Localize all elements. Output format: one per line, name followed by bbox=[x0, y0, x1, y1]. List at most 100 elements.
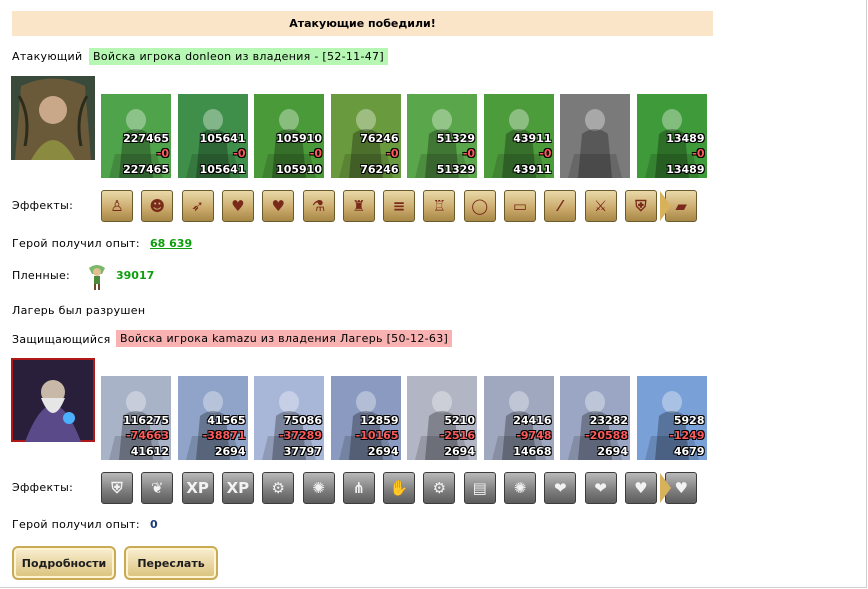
cloak-icon-glyph: ♜ bbox=[352, 197, 366, 215]
battle-result-banner: Атакующие победили! bbox=[12, 11, 713, 36]
attacker-unit-losses: -0 bbox=[386, 147, 399, 160]
defender-unit-losses: -20588 bbox=[585, 429, 628, 442]
dragon-xp-icon-glyph: XP bbox=[226, 479, 250, 497]
heart-icon[interactable]: ♥ bbox=[221, 190, 254, 222]
sword-icon[interactable]: ⚔ bbox=[584, 190, 617, 222]
defender-unit-card[interactable]: 41565 -38871 2694 bbox=[177, 376, 248, 460]
attacker-hero-portrait[interactable] bbox=[11, 76, 95, 160]
hand-heart-icon[interactable]: ❤ bbox=[584, 472, 617, 504]
defender-unit-card[interactable]: 75086 -37289 37797 bbox=[254, 376, 324, 460]
attacker-exp-value[interactable]: 68 639 bbox=[150, 237, 192, 250]
shield-icon[interactable]: ⛨ bbox=[101, 472, 133, 504]
hand-shield-icon[interactable]: ✋ bbox=[383, 472, 416, 504]
ring-icon-glyph: ◯ bbox=[471, 197, 489, 215]
defender-unit-remaining-count: 2694 bbox=[367, 445, 399, 458]
defender-unit-card[interactable]: 116275 -74663 41612 bbox=[101, 376, 171, 460]
gear-icon-glyph: ⚙ bbox=[432, 479, 447, 497]
attacker-unit-remaining-count: 76246 bbox=[360, 163, 399, 176]
attacker-unit-card[interactable]: 43911 -0 43911 bbox=[483, 94, 554, 178]
details-button[interactable]: Подробности bbox=[12, 546, 116, 580]
defender-unit-losses: -37289 bbox=[279, 429, 322, 442]
arrow-icon-glyph: ➶ bbox=[191, 197, 204, 215]
attacker-label: Атакующий bbox=[12, 50, 83, 63]
defender-unit-card[interactable]: 23282 -20588 2694 bbox=[560, 376, 630, 460]
defender-exp-label: Герой получил опыт: bbox=[12, 518, 140, 531]
attacker-unit-remaining-count: 105910 bbox=[276, 163, 322, 176]
defender-unit-initial-count: 75086 bbox=[283, 414, 322, 427]
book-icon[interactable]: ▭ bbox=[504, 190, 536, 222]
attacker-unit-card[interactable]: 51329 -0 51329 bbox=[407, 94, 477, 178]
defender-unit-card[interactable]: 24416 -9748 14668 bbox=[483, 376, 554, 460]
defender-hero-portrait[interactable] bbox=[11, 358, 95, 442]
attacker-unit-initial-count: 51329 bbox=[436, 132, 475, 145]
attacker-unit-losses: -0 bbox=[233, 147, 246, 160]
heart-icon-glyph: ♥ bbox=[231, 197, 245, 215]
defender-unit-losses: -10165 bbox=[355, 429, 399, 442]
defender-unit-initial-count: 23282 bbox=[589, 414, 628, 427]
defender-unit-losses: -2516 bbox=[439, 429, 475, 442]
attacker-unit-card[interactable]: 105641 -0 105641 bbox=[177, 94, 248, 178]
burst-icon[interactable]: ✺ bbox=[504, 472, 536, 504]
defender-unit-initial-count: 116275 bbox=[123, 414, 169, 427]
defender-unit-losses: -74663 bbox=[126, 429, 169, 442]
attacker-unit-card[interactable]: 76246 -0 76246 bbox=[330, 94, 401, 178]
dragon-xp-icon[interactable]: XP bbox=[221, 472, 254, 504]
defender-unit-initial-count: 24416 bbox=[513, 414, 552, 427]
defender-unit-remaining-count: 37797 bbox=[283, 445, 322, 458]
attacker-unit-card[interactable]: 105910 -0 105910 bbox=[254, 94, 324, 178]
attacker-unit-initial-count: 13489 bbox=[666, 132, 705, 145]
defender-unit-losses: -9748 bbox=[516, 429, 552, 442]
arrow-icon[interactable]: ➶ bbox=[181, 190, 214, 222]
defender-unit-remaining-count: 2694 bbox=[214, 445, 246, 458]
attacker-unit-card[interactable] bbox=[560, 94, 630, 178]
shield-icon[interactable]: ⛨ bbox=[624, 190, 657, 222]
attacker-unit-remaining-count: 43911 bbox=[513, 163, 552, 176]
scroll-icon[interactable]: ≡ bbox=[383, 190, 416, 222]
gear-shield-icon[interactable]: ⚙ bbox=[262, 472, 295, 504]
attacker-effects-scroll-arrow[interactable] bbox=[660, 191, 671, 221]
defender-unit-initial-count: 5210 bbox=[444, 414, 475, 427]
attacker-army-link[interactable]: Войска игрока donleon из владения - [52-… bbox=[89, 48, 388, 65]
hand-shield-icon-glyph: ✋ bbox=[389, 479, 409, 497]
defender-unit-card[interactable]: 5928 -1249 4679 bbox=[636, 376, 707, 460]
staff-icon[interactable]: ⁄ bbox=[544, 190, 577, 222]
cloak-icon[interactable]: ♜ bbox=[342, 190, 375, 222]
xp-icon[interactable]: XP bbox=[181, 472, 214, 504]
mask-icon[interactable]: ☻ bbox=[141, 190, 174, 222]
attacker-unit-initial-count: 76246 bbox=[360, 132, 399, 145]
captives-label: Пленные: bbox=[12, 269, 71, 282]
defender-unit-card[interactable]: 12859 -10165 2694 bbox=[330, 376, 401, 460]
claw-heart-icon[interactable]: ❤ bbox=[544, 472, 577, 504]
claw-shield-icon[interactable]: ⋔ bbox=[342, 472, 375, 504]
defender-unit-remaining-count: 14668 bbox=[513, 445, 552, 458]
figure-icon[interactable]: ♙ bbox=[101, 190, 133, 222]
tablet-icon-glyph: ▤ bbox=[472, 479, 487, 497]
defender-unit-card[interactable]: 5210 -2516 2694 bbox=[407, 376, 477, 460]
defender-effects-scroll-arrow[interactable] bbox=[660, 473, 671, 503]
defender-unit-remaining-count: 4679 bbox=[673, 445, 705, 458]
attacker-unit-remaining-count: 13489 bbox=[666, 163, 705, 176]
attacker-unit-losses: -0 bbox=[539, 147, 552, 160]
potion-icon[interactable]: ⚗ bbox=[302, 190, 335, 222]
gear-shield-icon-glyph: ⚙ bbox=[271, 479, 285, 497]
attacker-unit-card[interactable]: 13489 -0 13489 bbox=[636, 94, 707, 178]
heart-hand-icon[interactable]: ♥ bbox=[262, 190, 295, 222]
defender-unit-initial-count: 41565 bbox=[207, 414, 246, 427]
sword-icon-glyph: ⚔ bbox=[593, 197, 608, 215]
defender-unit-losses: -1249 bbox=[669, 429, 705, 442]
defender-unit-initial-count: 12859 bbox=[360, 414, 399, 427]
defender-army-link[interactable]: Войска игрока kamazu из владения Лагерь … bbox=[116, 330, 453, 347]
tablet-icon[interactable]: ▤ bbox=[463, 472, 496, 504]
attacker-unit-card[interactable]: 227465 -0 227465 bbox=[101, 94, 171, 178]
wings-icon[interactable]: ❦ bbox=[141, 472, 174, 504]
burst-shield-icon[interactable]: ✺ bbox=[302, 472, 335, 504]
forward-button[interactable]: Переслать bbox=[124, 546, 218, 580]
ring-icon[interactable]: ◯ bbox=[463, 190, 496, 222]
armor-icon-glyph: ♖ bbox=[432, 197, 447, 215]
xp-heart-icon[interactable]: ♥ bbox=[624, 472, 657, 504]
gear-icon[interactable]: ⚙ bbox=[423, 472, 456, 504]
captive-creature-icon bbox=[86, 262, 108, 290]
defender-effects-label: Эффекты: bbox=[12, 481, 74, 494]
shield-icon-glyph: ⛨ bbox=[111, 479, 123, 497]
armor-icon[interactable]: ♖ bbox=[423, 190, 456, 222]
